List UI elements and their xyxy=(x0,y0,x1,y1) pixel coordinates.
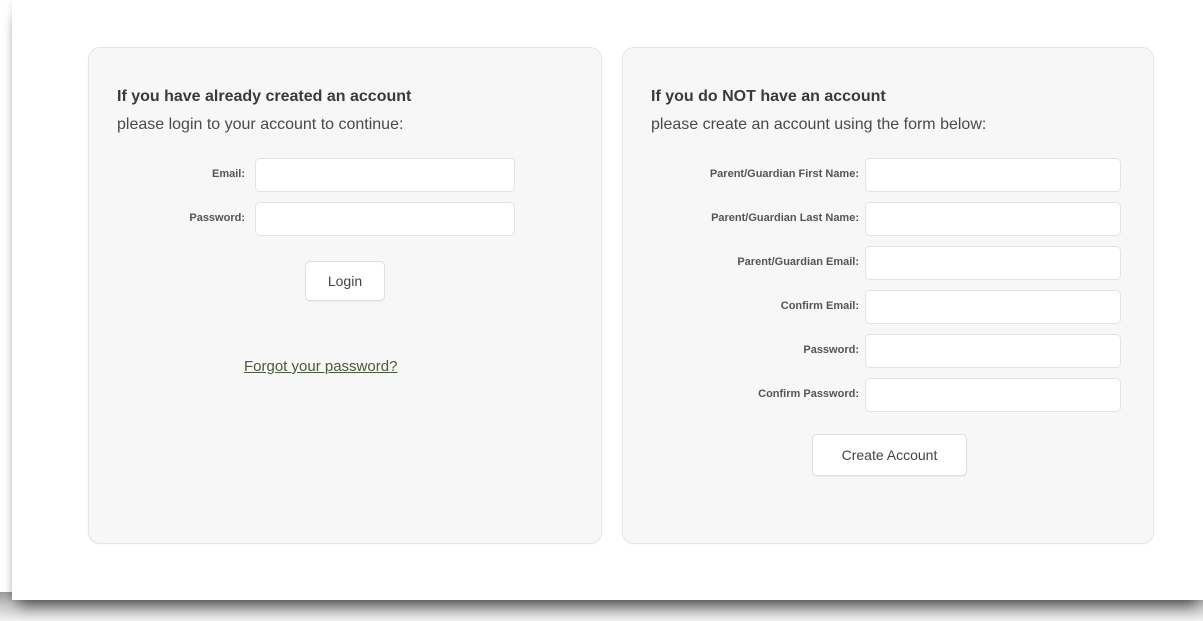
last-name-label: Parent/Guardian Last Name: xyxy=(711,212,859,224)
login-panel: If you have already created an account p… xyxy=(88,47,602,544)
forgot-password-link[interactable]: Forgot your password? xyxy=(244,358,397,375)
login-button[interactable]: Login xyxy=(305,261,385,301)
parent-email-label: Parent/Guardian Email: xyxy=(737,256,859,268)
first-name-label: Parent/Guardian First Name: xyxy=(709,168,859,180)
confirm-email-input[interactable] xyxy=(865,290,1121,324)
parent-email-input[interactable] xyxy=(865,246,1121,280)
login-subheading: please login to your account to continue… xyxy=(117,116,404,133)
first-name-input[interactable] xyxy=(865,158,1121,192)
page-frame: If you have already created an account p… xyxy=(12,0,1203,600)
register-subheading: please create an account using the form … xyxy=(651,116,987,133)
password-label: Password: xyxy=(189,212,245,224)
register-panel: If you do NOT have an account please cre… xyxy=(622,47,1154,544)
create-account-button[interactable]: Create Account xyxy=(812,434,967,476)
register-heading: If you do NOT have an account xyxy=(651,88,886,105)
email-label: Email: xyxy=(211,168,245,180)
confirm-password-label: Confirm Password: xyxy=(758,388,859,400)
login-email-input[interactable] xyxy=(255,158,515,192)
login-password-input[interactable] xyxy=(255,202,515,236)
register-password-input[interactable] xyxy=(865,334,1121,368)
confirm-email-label: Confirm Email: xyxy=(780,300,859,312)
register-password-label: Password: xyxy=(803,344,859,356)
confirm-password-input[interactable] xyxy=(865,378,1121,412)
login-heading: If you have already created an account xyxy=(117,88,412,105)
last-name-input[interactable] xyxy=(865,202,1121,236)
